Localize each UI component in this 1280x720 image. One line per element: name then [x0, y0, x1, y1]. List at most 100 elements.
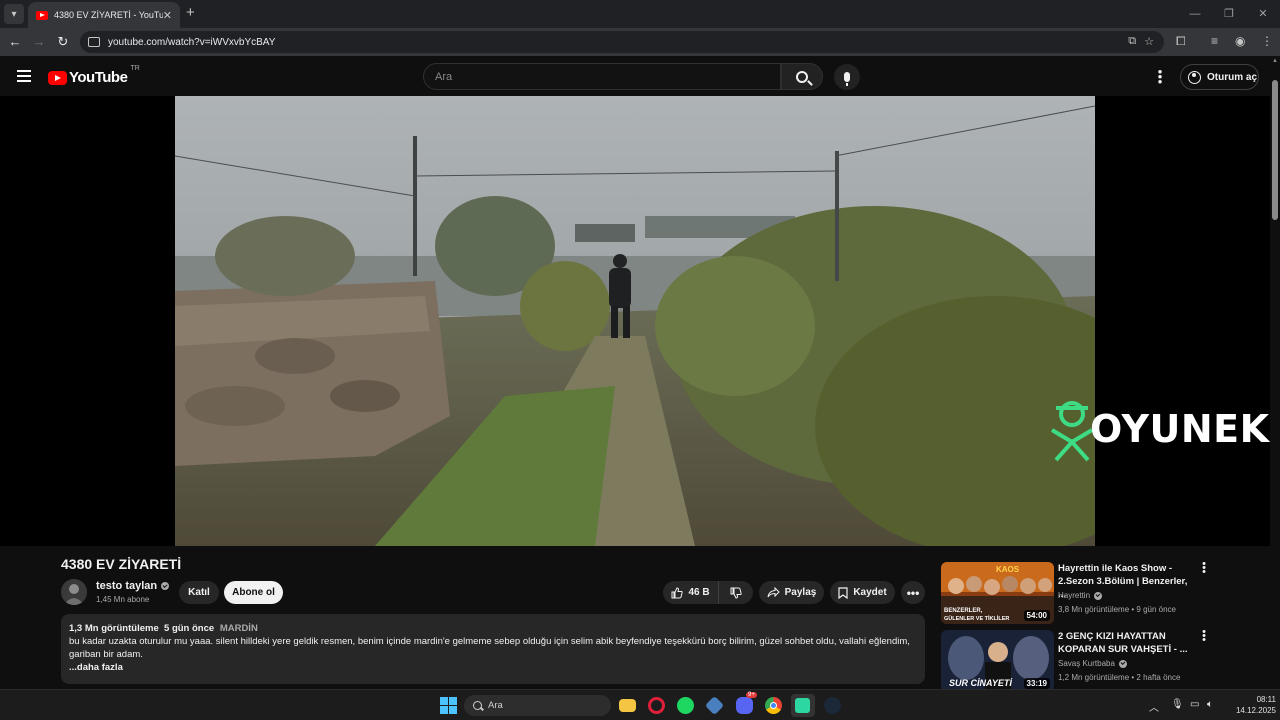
chrome-icon[interactable]	[765, 697, 782, 714]
browser-toolbar: ← → ↻ youtube.com/watch?v=iWVxvbYcBAY ⧉ …	[0, 28, 1280, 56]
save-label: Kaydet	[853, 587, 887, 598]
new-tab-button[interactable]: +	[186, 5, 195, 21]
view-count: 1,3 Mn görüntüleme	[69, 623, 159, 634]
like-button[interactable]: 46 B	[663, 581, 719, 604]
browser-menu-icon[interactable]: ⋮	[1261, 34, 1273, 48]
recommendation-thumbnail[interactable]: SUR CİNAYETİ 33:19	[941, 630, 1054, 692]
windows-start-icon[interactable]	[440, 697, 457, 714]
bookmark-star-icon[interactable]: ☆	[1144, 35, 1154, 48]
verified-check-icon	[161, 582, 170, 590]
verified-check-icon	[1094, 591, 1103, 600]
signin-button[interactable]: Oturum aç	[1180, 64, 1259, 90]
url-text[interactable]: youtube.com/watch?v=iWVxvbYcBAY	[108, 37, 275, 48]
maximize-button[interactable]: ❐	[1212, 0, 1246, 28]
video-player[interactable]: OYUNEKS	[0, 96, 1270, 546]
extensions-icon[interactable]: ⧠	[1176, 34, 1186, 49]
profile-icon[interactable]: ◉	[1235, 34, 1245, 48]
recommendation-title[interactable]: 2 GENÇ KIZI HAYATTAN KOPARAN SUR VAHŞETİ…	[1058, 630, 1193, 656]
scroll-up-arrow-icon[interactable]: ▲	[1272, 58, 1278, 64]
media-control-icon[interactable]: ≡	[1211, 34, 1218, 48]
spotify-icon[interactable]	[677, 697, 694, 714]
channel-avatar[interactable]	[61, 579, 87, 605]
upload-age: 5 gün önce	[164, 623, 215, 634]
share-button[interactable]: Paylaş	[759, 581, 824, 604]
subscribe-button[interactable]: Abone ol	[224, 581, 283, 604]
file-explorer-icon[interactable]	[619, 699, 636, 712]
logo-wordmark: YouTube	[69, 69, 128, 86]
more-actions-button[interactable]: •••	[901, 581, 925, 604]
recommendation-channel-name[interactable]: Hayrettin	[1058, 591, 1090, 600]
recommendation-meta: 1,2 Mn görüntüleme • 2 hafta önce	[1058, 673, 1181, 682]
like-count: 46 B	[688, 587, 710, 598]
active-app-highlight[interactable]	[791, 694, 815, 717]
microphone-tray-icon[interactable]: 🎙︎	[1171, 699, 1184, 710]
recommendation-channel[interactable]: Hayrettin	[1058, 591, 1103, 600]
address-bar[interactable]: youtube.com/watch?v=iWVxvbYcBAY ⧉ ☆	[80, 31, 1164, 53]
site-info-icon[interactable]	[88, 37, 100, 47]
back-arrow-icon[interactable]: ←	[7, 34, 23, 50]
forward-arrow-icon[interactable]: →	[31, 34, 47, 50]
minimize-button[interactable]: —	[1178, 0, 1212, 28]
show-more-link[interactable]: ...daha fazla	[69, 661, 917, 674]
recommendation-item[interactable]: SUR CİNAYETİ 33:19 2 GENÇ KIZI HAYATTAN …	[941, 627, 1216, 692]
recommendation-menu-icon[interactable]: • • •	[1200, 627, 1208, 646]
cast-icon[interactable]: ⧉	[1128, 35, 1136, 48]
video-frame[interactable]	[175, 96, 1095, 546]
opera-browser-icon[interactable]	[648, 697, 665, 714]
channel-watermark: OYUNEKS	[1048, 396, 1270, 462]
search-box[interactable]	[423, 63, 781, 90]
channel-name-text[interactable]: testo taylan	[96, 580, 157, 592]
oyuneks-logo-icon	[1050, 401, 1094, 462]
recommendation-channel-name[interactable]: Savaş Kurtbaba	[1058, 659, 1115, 668]
system-clock[interactable]: 08:11 14.12.2025	[1226, 694, 1276, 716]
thumbnail-badge-text: KAOS	[996, 565, 1020, 574]
youtube-play-icon	[48, 70, 67, 85]
dislike-button[interactable]	[719, 587, 753, 599]
recommendation-item[interactable]: KAOS BENZERLER, GÜLENLER VE TİKLİLER 54:…	[941, 559, 1216, 624]
hamburger-menu-icon[interactable]	[17, 70, 31, 82]
subscriber-count: 1,45 Mn abone	[96, 595, 150, 604]
taskbar-search[interactable]: Ara	[464, 695, 611, 716]
clock-date: 14.12.2025	[1235, 706, 1276, 715]
join-button[interactable]: Katıl	[179, 581, 219, 604]
youtube-logo[interactable]: YouTube TR	[48, 65, 140, 86]
tab-close-button[interactable]: ✕	[163, 9, 172, 22]
settings-more-icon[interactable]: • • •	[1155, 65, 1165, 88]
reload-icon[interactable]: ↻	[55, 34, 71, 50]
recommendation-channel[interactable]: Savaş Kurtbaba	[1058, 659, 1127, 668]
share-arrow-icon	[767, 587, 780, 598]
page-scrollbar[interactable]: ▲	[1270, 56, 1280, 689]
steam-icon[interactable]	[824, 697, 841, 714]
network-icon[interactable]: ▭	[1190, 699, 1199, 710]
discord-icon[interactable]: 9+	[736, 692, 757, 714]
recommendation-thumbnail[interactable]: KAOS BENZERLER, GÜLENLER VE TİKLİLER 54:…	[941, 562, 1054, 624]
signin-label: Oturum aç	[1207, 71, 1258, 83]
thumbnail-caption-text: SUR CİNAYETİ	[949, 678, 1012, 688]
video-title: 4380 EV ZİYARETİ	[61, 556, 182, 572]
save-button[interactable]: Kaydet	[830, 581, 895, 604]
channel-name[interactable]: testo taylan	[96, 580, 170, 592]
thumbnail-caption-text: BENZERLER,	[944, 608, 983, 614]
recommendation-menu-icon[interactable]: • • •	[1200, 559, 1208, 578]
tab-youtube[interactable]: 4380 EV ZİYARETİ - YouTube ✕	[28, 2, 180, 28]
tray-overflow-chevron-icon[interactable]: ︿	[1149, 699, 1159, 714]
description-box[interactable]: 1,3 Mn görüntüleme 5 gün önce MARDİN bu …	[61, 614, 925, 684]
os-taskbar: Ara 9+ ︿ 🎙︎ ▭ 🔈︎ 08:11 14.12.2025	[0, 689, 1280, 720]
volume-icon[interactable]: 🔈︎	[1207, 699, 1213, 710]
close-window-button[interactable]: ✕	[1246, 0, 1280, 28]
vpn-app-icon[interactable]	[704, 695, 725, 716]
account-icon	[1188, 70, 1201, 84]
tab-list-button[interactable]: ▾	[4, 4, 24, 24]
description-text: bu kadar uzakta oturulur mu yaaa. silent…	[69, 636, 910, 660]
voice-search-button[interactable]	[834, 64, 860, 90]
thumbs-up-icon	[671, 586, 684, 598]
video-scene-image	[175, 96, 1095, 546]
scrollbar-thumb[interactable]	[1272, 80, 1278, 220]
search-button[interactable]	[781, 63, 823, 90]
discord-notification-badge: 9+	[746, 692, 757, 698]
microphone-icon	[844, 72, 850, 86]
hashtag-link[interactable]: MARDİN	[220, 623, 258, 634]
search-input[interactable]	[435, 70, 780, 83]
thumbs-down-icon	[730, 587, 742, 599]
like-dislike-group: 46 B	[663, 581, 753, 604]
